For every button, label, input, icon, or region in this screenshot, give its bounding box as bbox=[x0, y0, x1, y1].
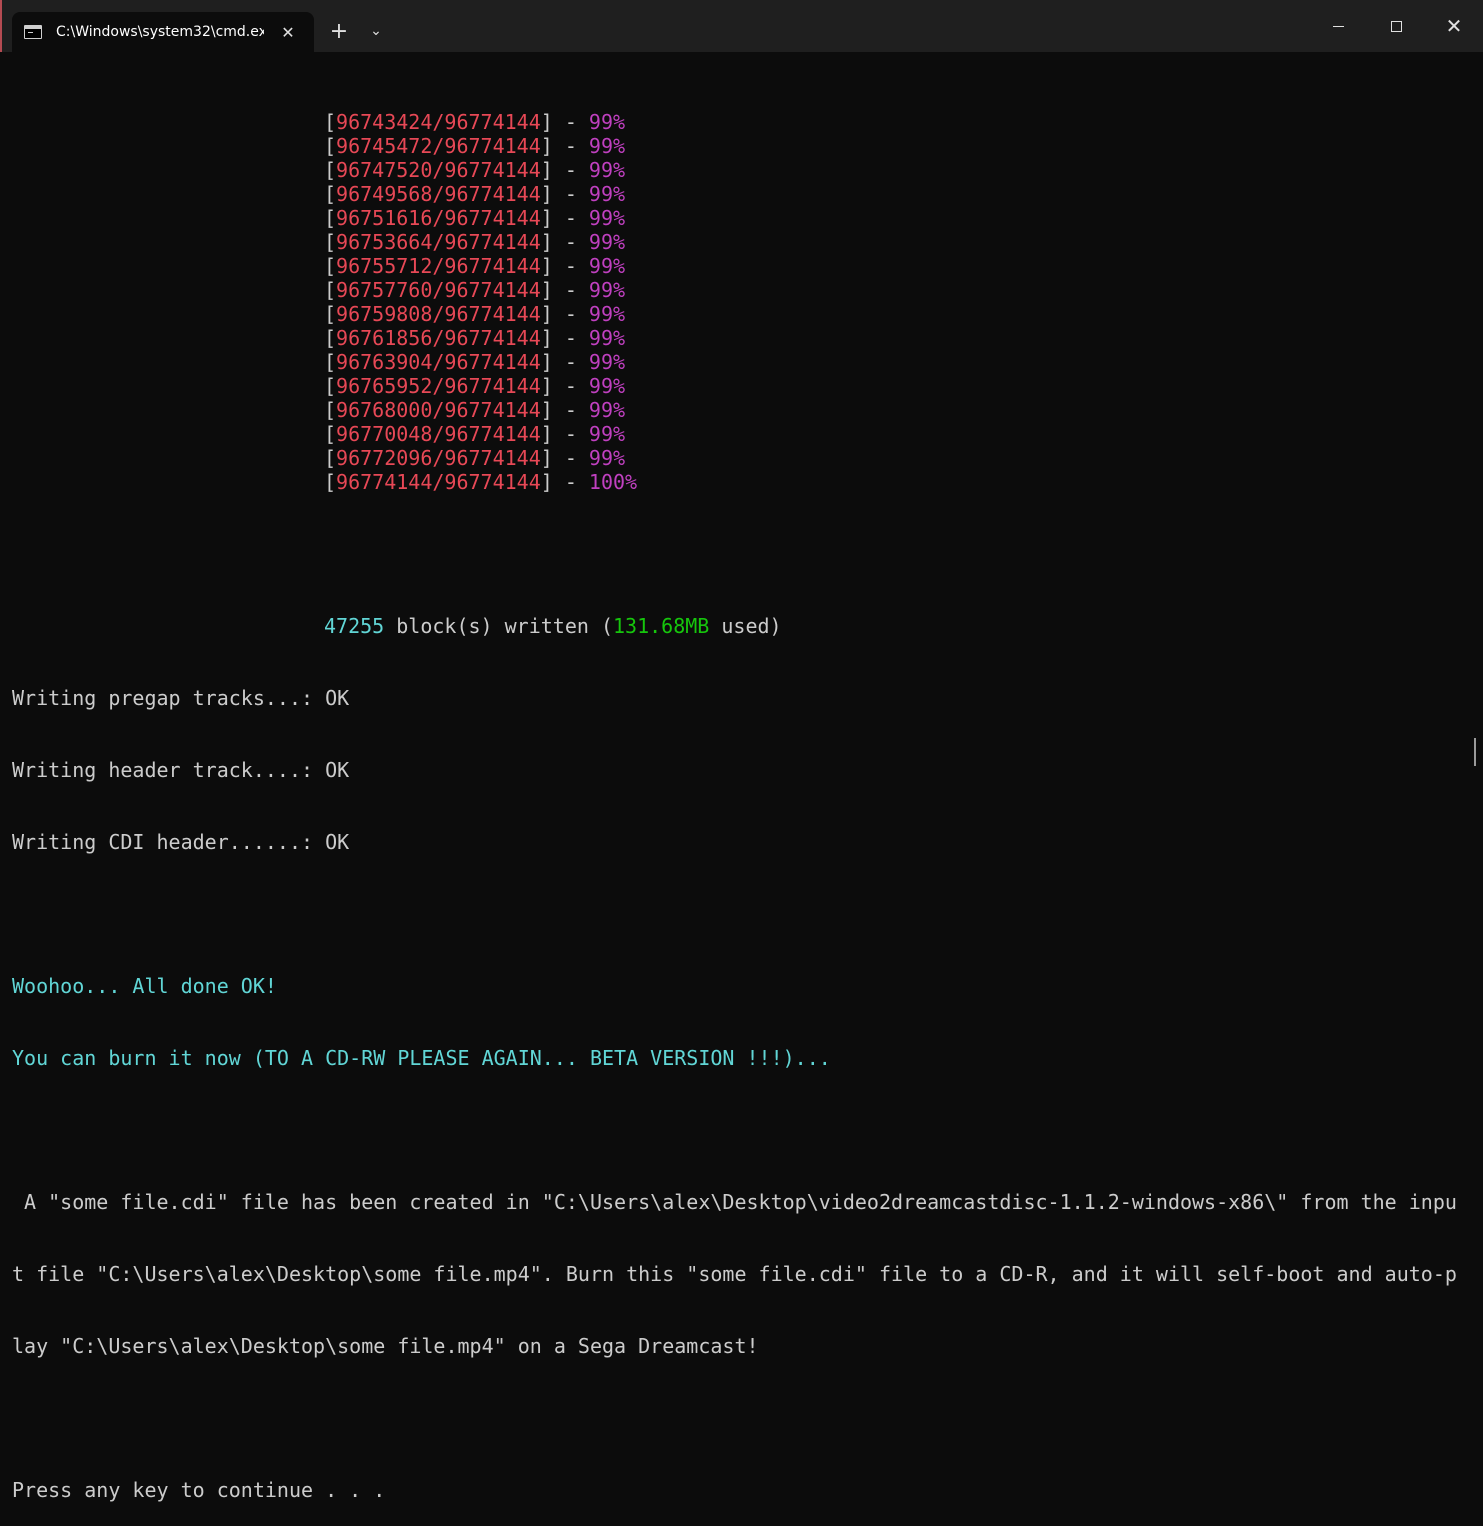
progress-line: [96772096/96774144] - 99% bbox=[324, 446, 626, 470]
progress-bytes: 96755712/96774144 bbox=[336, 254, 541, 278]
progress-bytes: 96761856/96774144 bbox=[336, 326, 541, 350]
close-window-button[interactable]: ✕ bbox=[1425, 0, 1483, 52]
progress-percent: 99% bbox=[588, 302, 626, 326]
progress-bytes: 96770048/96774144 bbox=[336, 422, 541, 446]
step-status: OK bbox=[325, 686, 350, 710]
done-message: Woohoo... All done OK! bbox=[12, 974, 277, 998]
progress-percent: 99% bbox=[588, 398, 626, 422]
step-status: OK bbox=[325, 758, 350, 782]
progress-line: [96757760/96774144] - 99% bbox=[324, 278, 626, 302]
progress-list: [96743424/96774144] - 99% [96745472/96774… bbox=[12, 110, 1472, 494]
minimize-icon bbox=[1332, 25, 1344, 27]
minimize-button[interactable] bbox=[1309, 0, 1367, 52]
progress-bytes: 96749568/96774144 bbox=[336, 182, 541, 206]
progress-percent: 99% bbox=[588, 110, 626, 134]
progress-bytes: 96751616/96774144 bbox=[336, 206, 541, 230]
progress-percent: 99% bbox=[588, 278, 626, 302]
progress-line: [96753664/96774144] - 99% bbox=[324, 230, 626, 254]
progress-bytes: 96765952/96774144 bbox=[336, 374, 541, 398]
press-key-prompt: Press any key to continue . . . bbox=[12, 1478, 386, 1502]
tab-cmd[interactable]: C:\Windows\system32\cmd.exe ✕ bbox=[12, 12, 314, 52]
progress-bytes: 96763904/96774144 bbox=[336, 350, 541, 374]
summary-line: 47255 block(s) written (131.68MB used) bbox=[12, 614, 1472, 638]
size-used: 131.68MB bbox=[613, 614, 710, 638]
progress-line: [96743424/96774144] - 99% bbox=[324, 110, 626, 134]
step-line: Writing CDI header......: OK bbox=[12, 830, 1472, 854]
progress-percent: 99% bbox=[588, 206, 626, 230]
scrollbar[interactable] bbox=[1474, 738, 1476, 766]
title-bar: C:\Windows\system32\cmd.exe ✕ + ⌄ ✕ bbox=[0, 0, 1483, 52]
progress-line: [96761856/96774144] - 99% bbox=[324, 326, 626, 350]
progress-bytes: 96753664/96774144 bbox=[336, 230, 541, 254]
step-line: Writing pregap tracks...: OK bbox=[12, 686, 1472, 710]
console-icon bbox=[24, 25, 42, 39]
progress-line: [96751616/96774144] - 99% bbox=[324, 206, 626, 230]
progress-percent: 100% bbox=[588, 470, 638, 494]
step-label: Writing header track....: bbox=[12, 758, 326, 782]
progress-percent: 99% bbox=[588, 374, 626, 398]
terminal-output[interactable]: [96743424/96774144] - 99% [96745472/96774… bbox=[12, 62, 1472, 1502]
close-icon: ✕ bbox=[1445, 14, 1463, 38]
blocks-text: block(s) written ( bbox=[384, 614, 613, 638]
progress-percent: 99% bbox=[588, 182, 626, 206]
chevron-down-icon[interactable]: ⌄ bbox=[358, 14, 394, 48]
progress-bytes: 96747520/96774144 bbox=[336, 158, 541, 182]
blocks-count: 47255 bbox=[324, 614, 385, 638]
new-tab-button[interactable]: + bbox=[321, 14, 357, 48]
progress-bytes: 96768000/96774144 bbox=[336, 398, 541, 422]
progress-bytes: 96743424/96774144 bbox=[336, 110, 541, 134]
step-line: Writing header track....: OK bbox=[12, 758, 1472, 782]
progress-percent: 99% bbox=[588, 158, 626, 182]
progress-line: [96745472/96774144] - 99% bbox=[324, 134, 626, 158]
progress-percent: 99% bbox=[588, 422, 626, 446]
progress-line: [96765952/96774144] - 99% bbox=[324, 374, 626, 398]
tab-title: C:\Windows\system32\cmd.exe bbox=[56, 24, 264, 40]
progress-percent: 99% bbox=[588, 446, 626, 470]
info-line: A "some file.cdi" file has been created … bbox=[12, 1190, 1457, 1214]
progress-line: [96774144/96774144] - 100% bbox=[324, 470, 638, 494]
progress-line: [96749568/96774144] - 99% bbox=[324, 182, 626, 206]
progress-percent: 99% bbox=[588, 350, 626, 374]
maximize-icon bbox=[1390, 20, 1402, 32]
step-label: Writing pregap tracks...: bbox=[12, 686, 326, 710]
progress-line: [96768000/96774144] - 99% bbox=[324, 398, 626, 422]
step-label: Writing CDI header......: bbox=[12, 830, 326, 854]
progress-bytes: 96745472/96774144 bbox=[336, 134, 541, 158]
progress-line: [96747520/96774144] - 99% bbox=[324, 158, 626, 182]
progress-percent: 99% bbox=[588, 326, 626, 350]
progress-bytes: 96757760/96774144 bbox=[336, 278, 541, 302]
progress-line: [96759808/96774144] - 99% bbox=[324, 302, 626, 326]
burn-message: You can burn it now (TO A CD-RW PLEASE A… bbox=[12, 1046, 831, 1070]
progress-line: [96755712/96774144] - 99% bbox=[324, 254, 626, 278]
info-line: lay "C:\Users\alex\Desktop\some file.mp4… bbox=[12, 1334, 759, 1358]
info-line: t file "C:\Users\alex\Desktop\some file.… bbox=[12, 1262, 1457, 1286]
close-tab-icon[interactable]: ✕ bbox=[276, 20, 300, 44]
maximize-button[interactable] bbox=[1367, 0, 1425, 52]
progress-bytes: 96774144/96774144 bbox=[336, 470, 541, 494]
progress-percent: 99% bbox=[588, 134, 626, 158]
progress-line: [96770048/96774144] - 99% bbox=[324, 422, 626, 446]
window-edge bbox=[0, 0, 2, 52]
step-status: OK bbox=[325, 830, 350, 854]
progress-line: [96763904/96774144] - 99% bbox=[324, 350, 626, 374]
progress-bytes: 96759808/96774144 bbox=[336, 302, 541, 326]
progress-percent: 99% bbox=[588, 230, 626, 254]
progress-bytes: 96772096/96774144 bbox=[336, 446, 541, 470]
size-text: used) bbox=[709, 614, 782, 638]
progress-percent: 99% bbox=[588, 254, 626, 278]
